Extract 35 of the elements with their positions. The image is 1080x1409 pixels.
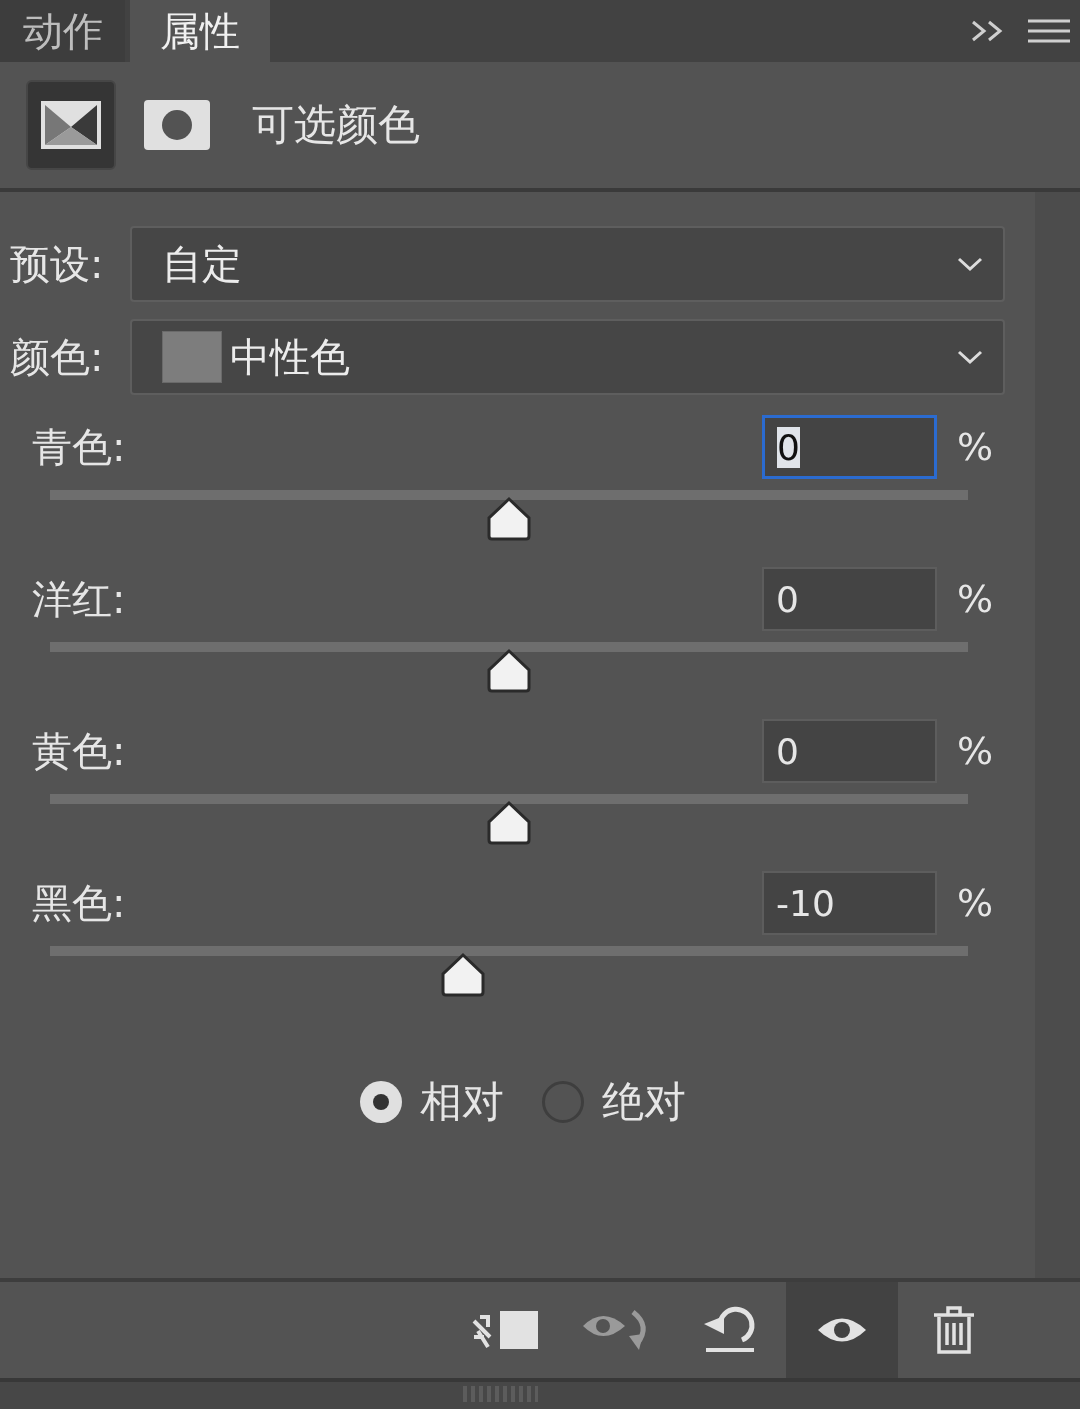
slider-label: 青色: xyxy=(32,422,127,472)
method-radio[interactable]: 绝对 xyxy=(541,1074,686,1130)
adjustment-icon xyxy=(39,99,103,151)
unit-label: % xyxy=(955,881,995,925)
method-radio[interactable]: 相对 xyxy=(359,1074,504,1130)
adjustment-button[interactable] xyxy=(26,80,116,170)
slider-label: 洋红: xyxy=(32,574,127,624)
trash-icon xyxy=(932,1305,976,1355)
chevron-down-icon xyxy=(957,349,983,365)
panel-title: 可选颜色 xyxy=(252,99,420,151)
slider-label: 黑色: xyxy=(32,878,127,928)
color-dropdown[interactable]: 中性色 xyxy=(130,319,1005,395)
value-field[interactable]: 0 xyxy=(762,567,937,631)
value-field[interactable]: -10 xyxy=(762,871,937,935)
mask-icon xyxy=(144,100,210,150)
field-label: 预设: xyxy=(10,239,105,289)
unit-label: % xyxy=(955,577,995,621)
panel-tab[interactable]: 属性 xyxy=(130,0,270,62)
slider-thumb[interactable] xyxy=(485,496,533,542)
field-label: 颜色: xyxy=(10,332,105,382)
toolbar-button[interactable] xyxy=(786,1282,898,1378)
panel-tab[interactable]: 动作 xyxy=(0,0,125,62)
color-swatch xyxy=(162,331,222,383)
panel-menu-icon[interactable] xyxy=(1028,18,1070,44)
slider-label: 黄色: xyxy=(32,726,127,776)
slider-thumb[interactable] xyxy=(485,648,533,694)
value-field[interactable]: 0 xyxy=(762,415,937,479)
unit-label: % xyxy=(955,729,995,773)
scrollbar-track[interactable] xyxy=(1035,192,1080,1278)
chevron-down-icon xyxy=(957,256,983,272)
slider-thumb[interactable] xyxy=(439,952,488,998)
unit-label: % xyxy=(955,425,995,469)
value-field[interactable]: 0 xyxy=(762,719,937,783)
preset-dropdown[interactable]: 自定 xyxy=(130,226,1005,302)
slider-thumb[interactable] xyxy=(485,800,533,846)
